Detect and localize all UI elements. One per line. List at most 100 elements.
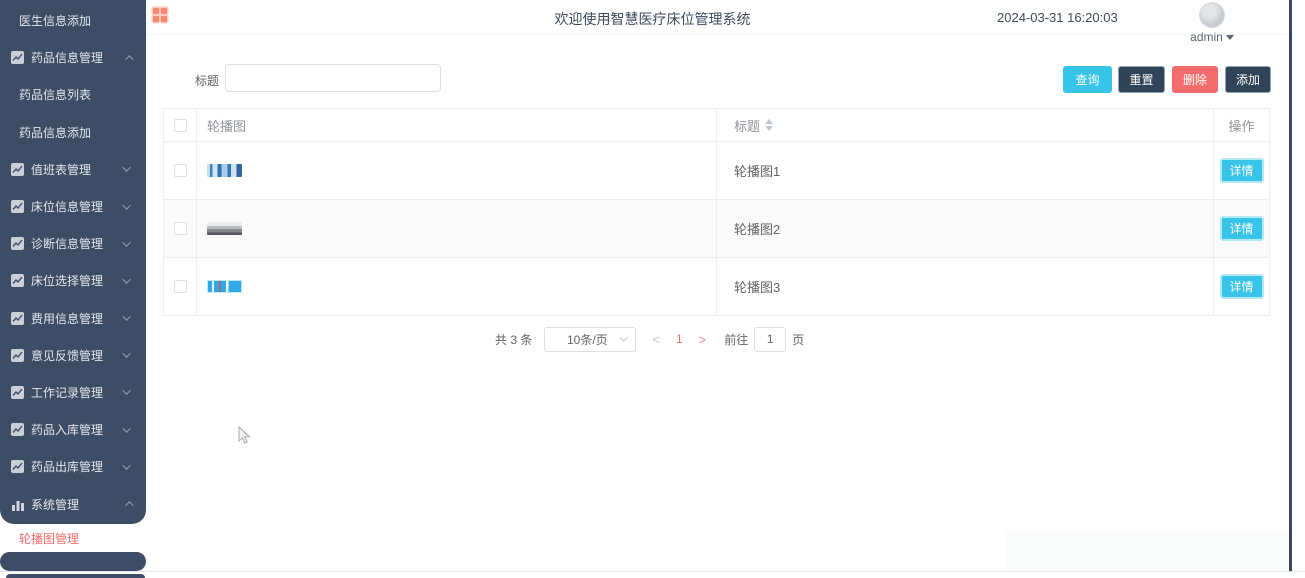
chevron-down-icon [122,163,131,173]
app-root: 医生信息添加 药品信息管理 药品信息列表 药品信息添加 值班表管理 床位信息管理 [0,0,1305,578]
sidebar-item-bed-info-manage[interactable]: 床位信息管理 [0,188,146,225]
bar-chart-icon [12,500,24,511]
chevron-down-icon [122,386,131,396]
column-header-action: 操作 [1228,118,1255,134]
sidebar-item-label: 系统管理 [31,497,80,512]
sidebar-item-drug-inbound-manage[interactable]: 药品入库管理 [0,411,146,448]
row-checkbox[interactable] [173,164,187,177]
line-chart-icon [11,460,24,474]
chevron-down-icon [122,349,131,359]
sidebar-item-label: 床位信息管理 [31,200,104,215]
sidebar-item-system-manage[interactable]: 系统管理 [0,485,146,522]
right-edge-line [1289,0,1292,571]
sidebar-item-fee-info-manage[interactable]: 费用信息管理 [0,300,146,337]
row-title: 轮播图3 [734,280,781,295]
mouse-cursor [238,426,251,444]
carousel-thumbnail[interactable] [207,164,242,177]
chevron-up-icon [125,54,134,64]
user-menu[interactable]: admin [1184,2,1240,46]
sidebar-menu: 医生信息添加 药品信息管理 药品信息列表 药品信息添加 值班表管理 床位信息管理 [0,0,146,524]
sort-caret-icon[interactable] [765,119,774,131]
detail-button[interactable]: 详情 [1219,216,1264,241]
line-chart-icon [11,274,24,288]
chevron-down-icon [122,423,131,433]
footer-shade [1005,531,1289,571]
line-chart-icon [11,200,24,214]
sidebar-item-label: 工作记录管理 [31,385,104,400]
sidebar-item-label: 药品信息添加 [19,125,92,140]
page-size-select[interactable]: 10条/页 [544,326,637,352]
sidebar-item-label: 药品信息列表 [19,88,92,103]
sidebar-item-doctor-info-add[interactable]: 医生信息添加 [0,2,146,39]
line-chart-icon [11,423,24,437]
sidebar-item-label: 轮播图管理 [19,531,80,546]
sidebar-lower-block [0,552,146,571]
column-header-title: 标题 [734,118,761,134]
goto-page-input[interactable] [754,326,787,352]
carousel-thumbnail[interactable] [207,222,242,235]
line-chart-icon [11,162,24,176]
sidebar-item-label: 医生信息添加 [19,14,92,29]
sidebar-item-label: 意见反馈管理 [31,348,104,363]
chevron-down-icon [122,200,131,210]
line-chart-icon [11,237,24,251]
detail-button[interactable]: 详情 [1219,274,1264,299]
table-header-row: 轮播图 标题 操作 [164,109,1269,142]
sidebar-item-duty-schedule-manage[interactable]: 值班表管理 [0,151,146,188]
row-title: 轮播图1 [734,164,781,179]
sidebar-item-label: 值班表管理 [31,162,92,177]
reset-button[interactable]: 重置 [1118,66,1165,93]
table-row: 轮播图2 详情 [164,200,1269,258]
query-button[interactable]: 查询 [1063,66,1112,93]
line-chart-icon [11,348,24,362]
sidebar-next-item-sliver [6,574,145,578]
sidebar-item-drug-outbound-manage[interactable]: 药品出库管理 [0,448,146,485]
chevron-down-icon [122,312,131,321]
sidebar-item-diagnosis-info-manage[interactable]: 诊断信息管理 [0,225,146,262]
sidebar-item-label: 药品出库管理 [31,460,104,475]
row-title: 轮播图2 [734,222,781,237]
row-checkbox[interactable] [173,222,187,235]
sidebar-item-label: 药品信息管理 [31,51,104,66]
chevron-down-icon [122,461,131,470]
table-row: 轮播图3 详情 [164,258,1269,316]
pagination-total: 共 3 条 [495,332,533,347]
sidebar-item-drug-info-add[interactable]: 药品信息添加 [0,114,146,151]
page-unit-label: 页 [792,332,805,347]
select-all-checkbox[interactable] [173,118,187,132]
sidebar-item-drug-info-list[interactable]: 药品信息列表 [0,76,146,113]
title-filter-input[interactable] [225,64,441,92]
sidebar-item-label: 床位选择管理 [31,274,104,289]
sidebar: 医生信息添加 药品信息管理 药品信息列表 药品信息添加 值班表管理 床位信息管理 [0,0,146,578]
caret-down-icon [1225,34,1234,40]
prev-page-button[interactable]: < [652,332,660,347]
page-size-value: 10条/页 [567,332,608,347]
chevron-up-icon [125,501,134,510]
line-chart-icon [11,311,24,325]
add-button[interactable]: 添加 [1225,66,1271,93]
sidebar-item-bed-select-manage[interactable]: 床位选择管理 [0,262,146,299]
sidebar-item-work-record-manage[interactable]: 工作记录管理 [0,374,146,411]
row-checkbox[interactable] [173,280,187,293]
chevron-down-icon [122,238,131,247]
carousel-thumbnail[interactable] [207,280,242,293]
sidebar-item-carousel-manage[interactable]: 轮播图管理 [0,524,146,552]
delete-button[interactable]: 删除 [1172,66,1218,93]
pagination: 共 3 条 10条/页 < 1 > 前往 页 [495,326,804,352]
top-header: 欢迎使用智慧医疗床位管理系统 2024-03-31 16:20:03 admin [146,0,1289,44]
bottom-edge-line [0,571,1305,572]
line-chart-icon [11,51,24,65]
sidebar-item-label: 费用信息管理 [31,311,104,326]
table-row: 轮播图1 详情 [164,142,1269,200]
detail-button[interactable]: 详情 [1219,158,1264,183]
sidebar-item-drug-info-manage[interactable]: 药品信息管理 [0,39,146,76]
header-timestamp: 2024-03-31 16:20:03 [997,10,1118,25]
avatar[interactable] [1199,2,1225,28]
current-page[interactable]: 1 [676,332,683,346]
sidebar-item-feedback-manage[interactable]: 意见反馈管理 [0,337,146,374]
line-chart-icon [11,385,24,399]
sidebar-item-label: 诊断信息管理 [31,237,104,252]
goto-label: 前往 [724,332,749,347]
next-page-button[interactable]: > [699,332,707,347]
column-header-image: 轮播图 [207,118,247,134]
